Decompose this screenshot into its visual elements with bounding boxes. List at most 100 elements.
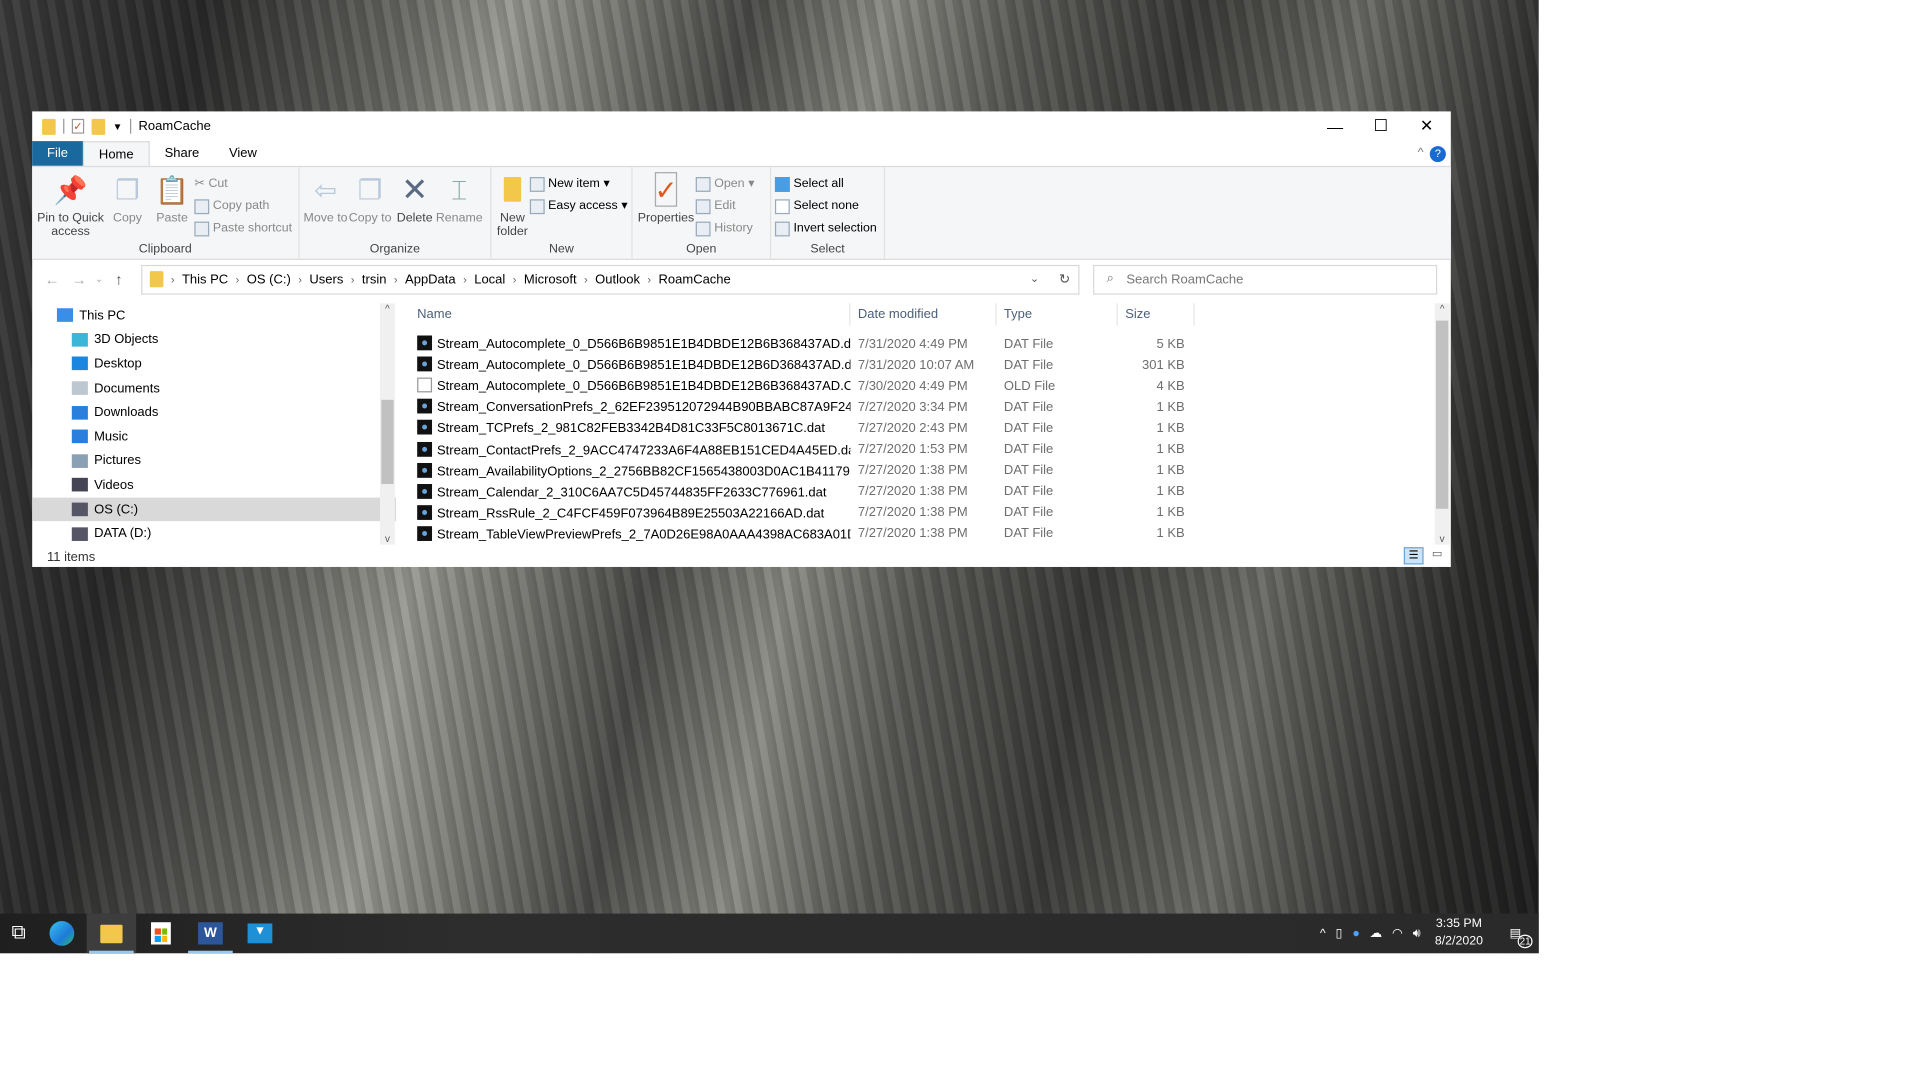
- file-row[interactable]: Stream_TCPrefs_2_981C82FEB3342B4D81C33F5…: [410, 418, 1433, 439]
- refresh-button[interactable]: ↻: [1050, 271, 1080, 287]
- nav-item[interactable]: Downloads: [32, 400, 396, 424]
- file-icon: [417, 462, 433, 478]
- file-row[interactable]: Stream_Autocomplete_0_D566B6B9851E1B4DBD…: [410, 354, 1433, 375]
- address-dropdown-button[interactable]: ⌄: [1030, 272, 1039, 286]
- invert-selection-button[interactable]: Invert selection: [774, 219, 877, 238]
- show-hidden-icons-button[interactable]: ^: [1320, 927, 1326, 941]
- nav-item[interactable]: This PC: [32, 303, 396, 327]
- breadcrumb-item[interactable]: Microsoft: [524, 272, 577, 287]
- breadcrumb-separator-icon[interactable]: ›: [463, 273, 467, 285]
- breadcrumb-item[interactable]: RoamCache: [659, 272, 731, 287]
- file-row[interactable]: Stream_AvailabilityOptions_2_2756BB82CF1…: [410, 460, 1433, 481]
- file-row[interactable]: Stream_ContactPrefs_2_9ACC4747233A6F4A88…: [410, 439, 1433, 460]
- file-icon: [417, 335, 433, 351]
- new-item-button[interactable]: New item ▾: [529, 175, 628, 194]
- breadcrumb-separator-icon[interactable]: ›: [171, 273, 175, 285]
- copy-to-icon: ❐: [357, 173, 383, 205]
- select-none-button[interactable]: Select none: [774, 197, 877, 216]
- nav-item[interactable]: Videos: [32, 473, 396, 497]
- easy-access-button[interactable]: Easy access ▾: [529, 197, 628, 216]
- breadcrumb-separator-icon[interactable]: ›: [647, 273, 651, 285]
- nav-item[interactable]: OS (C:): [32, 497, 397, 522]
- file-explorer-window: ✓ ▼ RoamCache — ☐ ✕ File Home Share View…: [32, 111, 1451, 567]
- details-view-button[interactable]: ☰: [1403, 547, 1424, 565]
- close-button[interactable]: ✕: [1404, 111, 1450, 141]
- forward-button[interactable]: →: [66, 270, 93, 287]
- history-button[interactable]: History: [695, 219, 755, 238]
- minimize-button[interactable]: —: [1312, 111, 1358, 141]
- breadcrumb-item[interactable]: trsin: [362, 272, 387, 287]
- copy-path-button[interactable]: Copy path: [194, 197, 292, 216]
- nav-item[interactable]: Documents: [32, 376, 396, 400]
- cut-button[interactable]: ✂ Cut: [194, 175, 292, 194]
- breadcrumb-separator-icon[interactable]: ›: [394, 273, 398, 285]
- desktop-icon: [71, 357, 88, 371]
- wifi-icon[interactable]: ◠: [1392, 927, 1403, 941]
- file-row[interactable]: Stream_Autocomplete_0_D566B6B9851E1B4DBD…: [410, 333, 1433, 354]
- column-date-modified[interactable]: Date modified: [850, 303, 997, 326]
- usb-icon[interactable]: ▯: [1336, 927, 1343, 941]
- new-folder-quick-icon[interactable]: [91, 118, 106, 135]
- select-all-button[interactable]: Select all: [774, 175, 877, 194]
- clock[interactable]: 3:35 PM 8/2/2020: [1430, 916, 1487, 951]
- search-input[interactable]: ⌕ Search RoamCache: [1093, 264, 1438, 295]
- volume-icon[interactable]: 🔊︎: [1413, 927, 1421, 941]
- column-type[interactable]: Type: [997, 303, 1118, 326]
- nav-item[interactable]: Music: [32, 425, 396, 449]
- back-button[interactable]: ←: [38, 270, 65, 287]
- file-row[interactable]: Stream_Autocomplete_0_D566B6B9851E1B4DBD…: [410, 375, 1433, 396]
- breadcrumb-item[interactable]: This PC: [182, 272, 228, 287]
- nav-item[interactable]: DATA (D:): [32, 522, 396, 545]
- breadcrumb-item[interactable]: Users: [309, 272, 343, 287]
- task-view-button[interactable]: ⧉: [0, 914, 37, 954]
- file-explorer-taskbar-icon[interactable]: [86, 913, 137, 954]
- store-icon[interactable]: [136, 914, 186, 954]
- column-size[interactable]: Size: [1118, 303, 1195, 326]
- open-button[interactable]: Open ▾: [695, 175, 755, 194]
- edit-button[interactable]: Edit: [695, 197, 755, 216]
- up-button[interactable]: ↑: [105, 270, 132, 287]
- file-row[interactable]: Stream_RssRule_2_C4FCF459F073964B89E2550…: [410, 502, 1433, 523]
- scissors-icon: ✂: [194, 177, 205, 191]
- breadcrumb-separator-icon[interactable]: ›: [584, 273, 588, 285]
- file-row[interactable]: Stream_ConversationPrefs_2_62EF239512072…: [410, 396, 1433, 417]
- maximize-button[interactable]: ☐: [1358, 111, 1404, 141]
- edge-icon[interactable]: [37, 914, 87, 954]
- file-row[interactable]: Stream_TableViewPreviewPrefs_2_7A0D26E98…: [410, 523, 1433, 544]
- tab-share[interactable]: Share: [150, 141, 214, 166]
- tab-view[interactable]: View: [214, 141, 272, 166]
- nav-item[interactable]: 3D Objects: [32, 328, 396, 352]
- breadcrumb-item[interactable]: AppData: [405, 272, 456, 287]
- mail-icon[interactable]: ▼: [235, 914, 285, 954]
- customize-quick-access-icon[interactable]: ▼: [113, 121, 123, 132]
- nav-scrollbar[interactable]: ^ v: [380, 303, 395, 545]
- file-row[interactable]: Stream_Calendar_2_310C6AA7C5D45744835FF2…: [410, 481, 1433, 502]
- file-list-scrollbar[interactable]: ^ v: [1434, 303, 1450, 545]
- security-icon[interactable]: ●: [1352, 927, 1359, 941]
- recent-locations-button[interactable]: ⌄: [93, 274, 105, 285]
- download-icon: [71, 405, 88, 420]
- tab-home[interactable]: Home: [82, 141, 150, 166]
- breadcrumb-item[interactable]: Local: [474, 272, 505, 287]
- paste-shortcut-button[interactable]: Paste shortcut: [194, 219, 292, 238]
- breadcrumb-separator-icon[interactable]: ›: [513, 273, 517, 285]
- onedrive-icon[interactable]: ☁: [1370, 927, 1382, 941]
- nav-item[interactable]: Desktop: [32, 352, 396, 376]
- collapse-ribbon-icon[interactable]: ^: [1418, 146, 1424, 160]
- properties-quick-icon[interactable]: ✓: [71, 118, 85, 134]
- breadcrumb-item[interactable]: Outlook: [595, 272, 640, 287]
- breadcrumb-separator-icon[interactable]: ›: [351, 273, 355, 285]
- new-folder-icon: [498, 172, 528, 207]
- nav-item[interactable]: Pictures: [32, 449, 396, 473]
- large-icons-view-button[interactable]: ▭: [1429, 547, 1446, 564]
- breadcrumb-separator-icon[interactable]: ›: [236, 273, 240, 285]
- address-bar[interactable]: › This PC › OS (C:) › Users › trsin › AppData › Loc…: [141, 264, 1080, 295]
- breadcrumb-separator-icon[interactable]: ›: [298, 273, 302, 285]
- invert-selection-icon: [774, 220, 790, 236]
- tab-file[interactable]: File: [32, 141, 83, 166]
- column-name[interactable]: Name: [410, 303, 851, 326]
- word-icon[interactable]: W: [186, 914, 236, 954]
- breadcrumb-item[interactable]: OS (C:): [247, 272, 291, 287]
- notifications-button[interactable]: ▤ 21: [1510, 927, 1534, 948]
- help-icon[interactable]: ?: [1429, 146, 1446, 163]
